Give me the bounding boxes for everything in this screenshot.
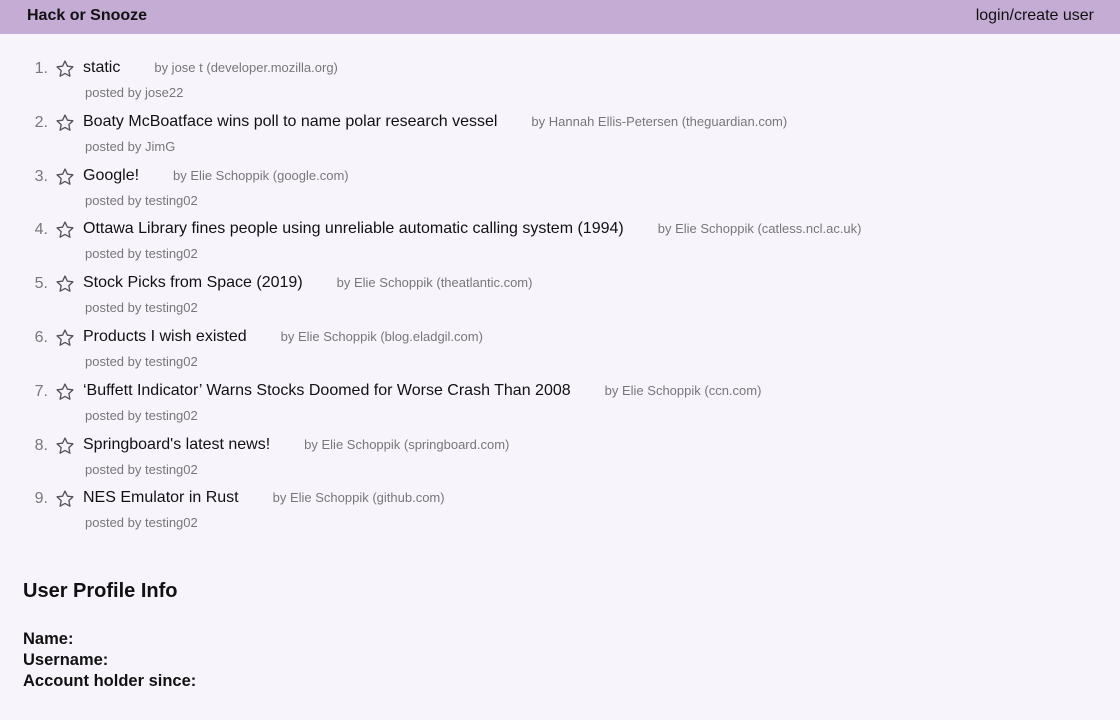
story-author: by Elie Schoppik (ccn.com) [604, 382, 762, 398]
story-author: by Elie Schoppik (springboard.com) [304, 436, 510, 452]
story-author: by Hannah Ellis-Petersen (theguardian.co… [531, 113, 788, 129]
story-number: 9. [34, 490, 48, 508]
story-poster: posted by testing02 [85, 515, 198, 531]
story-poster: posted by testing02 [85, 407, 198, 423]
star-icon[interactable] [55, 220, 75, 240]
profile-rows: Name: Username: Account holder since: [23, 629, 196, 692]
star-icon[interactable] [55, 489, 75, 509]
story-poster: posted by testing02 [85, 192, 198, 208]
story-poster: posted by testing02 [85, 353, 198, 369]
story-author: by Elie Schoppik (blog.eladgil.com) [280, 328, 483, 344]
story-item: 3. Google! by Elie Schoppik (google.com) … [0, 163, 1120, 217]
profile-name-label: Name: [23, 630, 74, 648]
story-line: static by jose t (developer.mozilla.org) [83, 59, 338, 77]
story-poster: posted by testing02 [85, 461, 198, 477]
story-item: 4. Ottawa Library fines people using unr… [0, 216, 1120, 270]
story-number: 3. [34, 167, 48, 185]
story-number: 4. [34, 221, 48, 239]
story-number: 5. [34, 275, 48, 293]
story-poster: posted by testing02 [85, 300, 198, 316]
story-author: by Elie Schoppik (catless.ncl.ac.uk) [657, 221, 862, 237]
navbar: Hack or Snooze login/create user [0, 0, 1120, 34]
story-author: by Elie Schoppik (github.com) [272, 490, 445, 506]
story-line: NES Emulator in Rust by Elie Schoppik (gi… [83, 489, 445, 507]
story-title-link[interactable]: NES Emulator in Rust [83, 489, 239, 506]
profile-heading: User Profile Info [23, 580, 178, 602]
star-icon[interactable] [55, 274, 75, 294]
story-number: 6. [34, 328, 48, 346]
story-title-link[interactable]: Google! [83, 167, 139, 184]
story-number: 7. [34, 382, 48, 400]
story-line: Products I wish existed by Elie Schoppik … [83, 328, 483, 346]
story-item: 5. Stock Picks from Space (2019) by Elie … [0, 270, 1120, 324]
story-item: 6. Products I wish existed by Elie Schopp… [0, 324, 1120, 378]
story-line: Springboard's latest news! by Elie Schopp… [83, 436, 509, 454]
user-profile-section: User Profile Info Name: Username: Accoun… [23, 580, 196, 692]
story-author: by jose t (developer.mozilla.org) [154, 60, 338, 75]
star-icon[interactable] [55, 436, 75, 456]
star-icon[interactable] [55, 113, 75, 133]
story-number: 1. [34, 60, 48, 77]
story-poster: posted by testing02 [85, 246, 198, 262]
story-title-link[interactable]: static [83, 59, 120, 76]
story-title-link[interactable]: Boaty McBoatface wins poll to name polar… [83, 113, 497, 130]
story-list: 1. static by jose t (developer.mozilla.or… [0, 55, 1120, 539]
story-poster: posted by JimG [85, 138, 176, 154]
story-item: 2. Boaty McBoatface wins poll to name po… [0, 109, 1120, 163]
story-number: 2. [34, 113, 48, 131]
story-title-link[interactable]: Springboard's latest news! [83, 436, 270, 453]
story-author: by Elie Schoppik (theatlantic.com) [336, 275, 533, 291]
story-title-link[interactable]: Ottawa Library fines people using unreli… [83, 220, 624, 237]
profile-account-since-label: Account holder since: [23, 672, 197, 690]
story-title-link[interactable]: ‘Buffett Indicator’ Warns Stocks Doomed … [83, 382, 571, 399]
story-line: Stock Picks from Space (2019) by Elie Sch… [83, 274, 532, 292]
story-poster: posted by jose22 [85, 85, 184, 100]
story-title-link[interactable]: Products I wish existed [83, 328, 247, 345]
story-title-link[interactable]: Stock Picks from Space (2019) [83, 274, 303, 291]
story-number: 8. [34, 436, 48, 454]
story-item: 1. static by jose t (developer.mozilla.or… [0, 55, 1120, 109]
story-line: ‘Buffett Indicator’ Warns Stocks Doomed … [83, 382, 761, 400]
story-line: Google! by Elie Schoppik (google.com) [83, 167, 349, 185]
brand-title[interactable]: Hack or Snooze [27, 7, 147, 25]
login-create-user-link[interactable]: login/create user [976, 7, 1094, 25]
star-icon[interactable] [55, 382, 75, 402]
profile-username-label: Username: [23, 651, 109, 669]
story-item: 9. NES Emulator in Rust by Elie Schoppik … [0, 485, 1120, 539]
story-author: by Elie Schoppik (google.com) [173, 167, 349, 183]
star-icon[interactable] [55, 167, 75, 187]
star-icon[interactable] [55, 328, 75, 348]
star-icon[interactable] [55, 59, 75, 79]
story-item: 7. ‘Buffett Indicator’ Warns Stocks Doom… [0, 378, 1120, 432]
story-line: Boaty McBoatface wins poll to name polar… [83, 113, 787, 131]
story-item: 8. Springboard's latest news! by Elie Sch… [0, 432, 1120, 486]
story-line: Ottawa Library fines people using unreli… [83, 220, 862, 238]
